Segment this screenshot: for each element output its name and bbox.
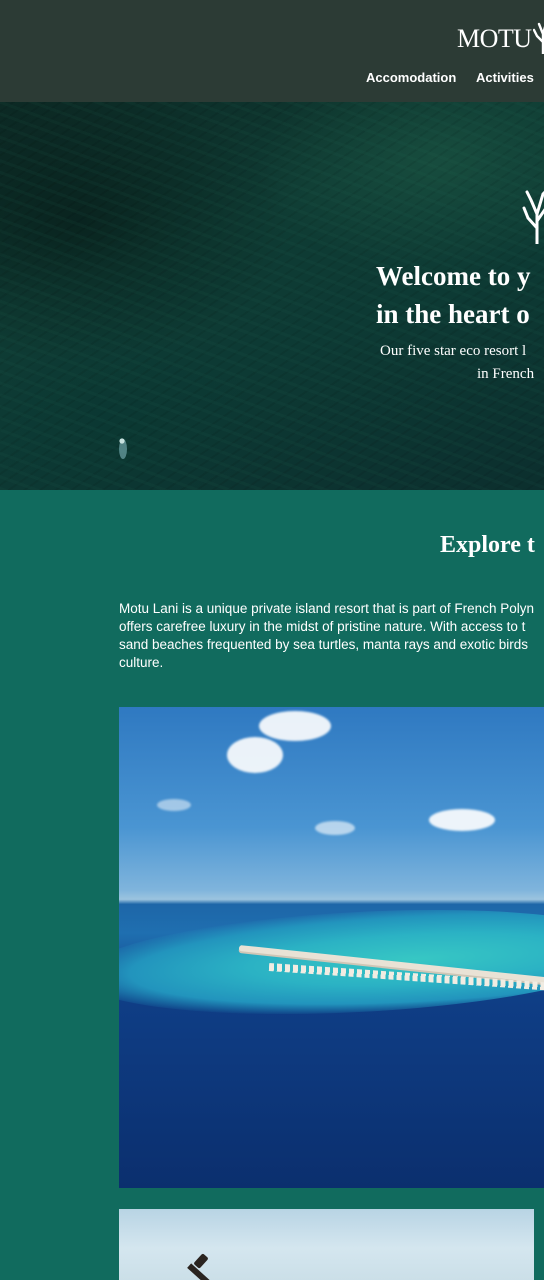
nav-activities-link[interactable]: Activities bbox=[476, 70, 534, 85]
paddle-board-photo bbox=[119, 1209, 534, 1280]
nav-accomodation-link[interactable]: Accomodation bbox=[366, 70, 456, 85]
cloud bbox=[227, 737, 283, 773]
hero-subtitle-line-1: Our five star eco resort l bbox=[380, 343, 527, 359]
coral-icon[interactable] bbox=[533, 16, 544, 54]
intro-line-4: culture. bbox=[119, 655, 164, 670]
coral-icon bbox=[522, 190, 544, 244]
intro-line-3: sand beaches frequented by sea turtles, … bbox=[119, 637, 528, 652]
hero-subtitle: Our five star eco resort l in French bbox=[380, 340, 534, 386]
intro-line-1: Motu Lani is a unique private island res… bbox=[119, 601, 534, 616]
hero-title-line-2: in the heart o bbox=[376, 299, 530, 329]
lagoon bbox=[119, 897, 544, 1027]
hero-banner: Welcome to y in the heart o Our five sta… bbox=[0, 102, 544, 490]
hero-title: Welcome to y in the heart o bbox=[376, 257, 530, 333]
explore-heading: Explore t bbox=[440, 532, 535, 558]
site-header: MOTU Accomodation Activities bbox=[0, 0, 544, 102]
aerial-island-photo bbox=[119, 707, 544, 1188]
intro-paragraph: Motu Lani is a unique private island res… bbox=[119, 600, 544, 672]
site-logo[interactable]: MOTU bbox=[457, 24, 532, 54]
cloud bbox=[429, 809, 495, 831]
cloud bbox=[315, 821, 355, 835]
cloud bbox=[157, 799, 191, 811]
paddle bbox=[187, 1263, 221, 1280]
swimmer-figure bbox=[119, 438, 127, 459]
hero-title-line-1: Welcome to y bbox=[376, 261, 531, 291]
hero-subtitle-line-2: in French bbox=[477, 366, 535, 382]
intro-line-2: offers carefree luxury in the midst of p… bbox=[119, 619, 526, 634]
cloud bbox=[259, 711, 331, 741]
